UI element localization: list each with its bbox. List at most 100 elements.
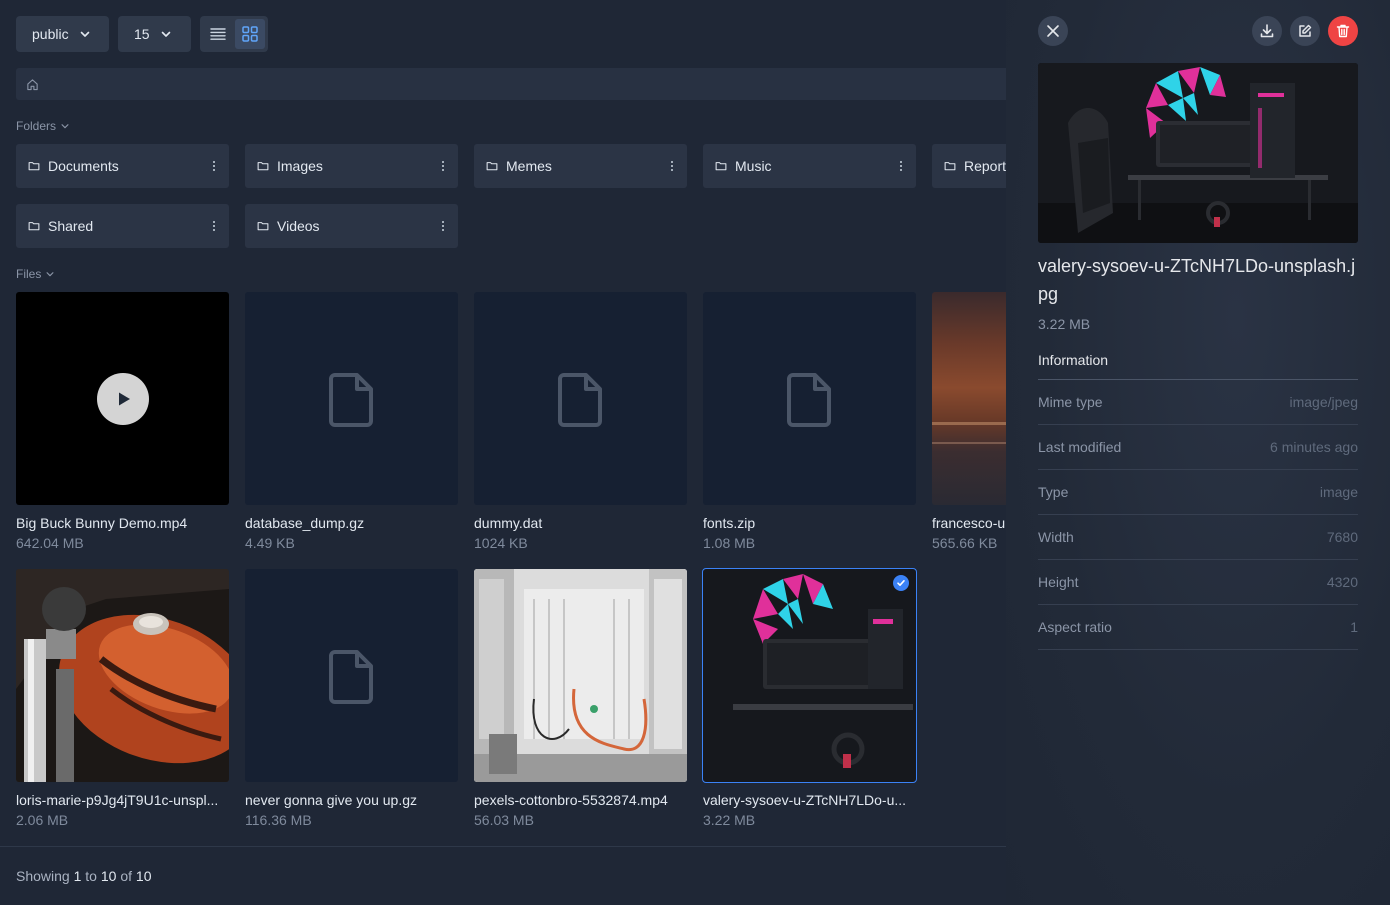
file-name: Big Buck Bunny Demo.mp4 <box>16 515 188 531</box>
folder-icon <box>944 160 956 172</box>
file-card[interactable]: fonts.zip 1.08 MB <box>703 292 916 551</box>
download-icon <box>1260 24 1274 38</box>
file-card[interactable]: Big Buck Bunny Demo.mp4 642.04 MB <box>16 292 229 551</box>
video-thumbnail[interactable] <box>16 292 229 505</box>
folder-item[interactable]: Shared <box>16 204 229 248</box>
folder-item[interactable]: Music <box>703 144 916 188</box>
file-name: valery-sysoev-u-ZTcNH7LDo-u... <box>703 792 907 808</box>
file-name: pexels-cottonbro-5532874.mp4 <box>474 792 668 808</box>
folder-item[interactable]: Report <box>932 144 1006 188</box>
file-name: dummy.dat <box>474 515 543 531</box>
folder-item[interactable]: Documents <box>16 144 229 188</box>
edit-button[interactable] <box>1290 16 1320 46</box>
info-row: Height 4320 <box>1038 560 1358 605</box>
folder-item[interactable]: Images <box>245 144 458 188</box>
list-view-button[interactable] <box>203 19 233 49</box>
list-icon <box>210 28 226 40</box>
desk-setup-image <box>703 569 916 782</box>
view-toggle <box>200 16 268 52</box>
close-button[interactable] <box>1038 16 1068 46</box>
file-icon <box>558 371 604 427</box>
file-card[interactable]: dummy.dat 1024 KB <box>474 292 687 551</box>
file-card[interactable]: database_dump.gz 4.49 KB <box>245 292 458 551</box>
grid-view-button[interactable] <box>235 19 265 49</box>
folder-name: Memes <box>506 158 552 174</box>
folder-icon <box>28 160 40 172</box>
folder-icon <box>28 220 40 232</box>
info-row: Width 7680 <box>1038 515 1358 560</box>
close-icon <box>1047 25 1059 37</box>
file-card[interactable]: valery-sysoev-u-ZTcNH7LDo-u... 3.22 MB <box>702 568 917 828</box>
info-label: Last modified <box>1038 439 1122 455</box>
file-size: 3.22 MB <box>1038 316 1091 332</box>
file-card[interactable]: pexels-cottonbro-5532874.mp4 56.03 MB <box>474 569 687 828</box>
info-row: Aspect ratio 1 <box>1038 605 1358 650</box>
folder-name: Report <box>964 158 1006 174</box>
delete-button[interactable] <box>1328 16 1358 46</box>
file-size: 1024 KB <box>474 535 528 551</box>
video-thumbnail[interactable] <box>474 569 687 782</box>
motorcycle-image <box>16 569 229 782</box>
file-thumbnail[interactable] <box>245 569 458 782</box>
file-name: loris-marie-p9Jg4jT9U1c-unspl... <box>16 792 219 808</box>
per-page-select[interactable]: 15 <box>118 16 191 52</box>
info-value: 6 minutes ago <box>1270 439 1358 455</box>
files-section-toggle[interactable]: Files <box>16 267 55 281</box>
file-size: 4.49 KB <box>245 535 295 551</box>
image-thumbnail[interactable] <box>932 292 1006 505</box>
more-options-icon[interactable] <box>896 161 906 171</box>
more-options-icon[interactable] <box>438 221 448 231</box>
download-button[interactable] <box>1252 16 1282 46</box>
file-size: 2.06 MB <box>16 812 69 828</box>
disk-select-value: public <box>32 26 69 42</box>
showing-text: Showing 1 to 10 of 10 <box>16 868 152 884</box>
more-options-icon[interactable] <box>438 161 448 171</box>
folder-name: Documents <box>48 158 119 174</box>
folder-item[interactable]: Videos <box>245 204 458 248</box>
info-row: Type image <box>1038 470 1358 515</box>
desk-setup-image <box>1038 63 1358 243</box>
file-card[interactable]: never gonna give you up.gz 116.36 MB <box>245 569 458 828</box>
files-label: Files <box>16 267 42 281</box>
chevron-down-icon <box>160 28 172 40</box>
file-size: 116.36 MB <box>245 812 312 828</box>
chevron-down-icon <box>79 28 91 40</box>
image-preview <box>1038 63 1358 243</box>
file-name: never gonna give you up.gz <box>245 792 418 808</box>
file-thumbnail[interactable] <box>245 292 458 505</box>
folders-section-toggle[interactable]: Folders <box>16 119 70 133</box>
selected-check-icon[interactable] <box>893 575 909 591</box>
info-value: 4320 <box>1326 574 1358 590</box>
folder-name: Music <box>735 158 772 174</box>
folder-item[interactable]: Memes <box>474 144 687 188</box>
info-label: Mime type <box>1038 394 1103 410</box>
pagination-summary: Showing 1 to 10 of 10 <box>0 846 1006 905</box>
info-value: image/jpeg <box>1289 394 1359 410</box>
information-heading: Information <box>1038 352 1358 380</box>
folder-icon <box>486 160 498 172</box>
file-icon <box>787 371 833 427</box>
info-row: Mime type image/jpeg <box>1038 380 1358 425</box>
image-thumbnail[interactable] <box>16 569 229 782</box>
more-options-icon[interactable] <box>667 161 677 171</box>
file-card[interactable]: francesco-u 565.66 KB <box>932 292 1006 551</box>
file-thumbnail[interactable] <box>474 292 687 505</box>
folder-icon <box>715 160 727 172</box>
file-name: fonts.zip <box>703 515 756 531</box>
home-icon[interactable] <box>26 78 39 91</box>
image-thumbnail[interactable] <box>702 568 917 783</box>
chevron-down-icon <box>45 269 55 279</box>
file-thumbnail[interactable] <box>703 292 916 505</box>
toolbar: public 15 <box>16 16 268 52</box>
more-options-icon[interactable] <box>209 161 219 171</box>
file-title: valery-sysoev-u-ZTcNH7LDo-unsplash.jpg <box>1038 256 1356 304</box>
play-icon <box>96 372 149 425</box>
file-size: 565.66 KB <box>932 535 998 551</box>
more-options-icon[interactable] <box>209 221 219 231</box>
file-card[interactable]: loris-marie-p9Jg4jT9U1c-unspl... 2.06 MB <box>16 569 229 828</box>
trash-icon <box>1336 24 1350 38</box>
folder-name: Shared <box>48 218 94 234</box>
folder-icon <box>257 160 269 172</box>
brewery-image <box>474 569 687 782</box>
disk-select[interactable]: public <box>16 16 109 52</box>
